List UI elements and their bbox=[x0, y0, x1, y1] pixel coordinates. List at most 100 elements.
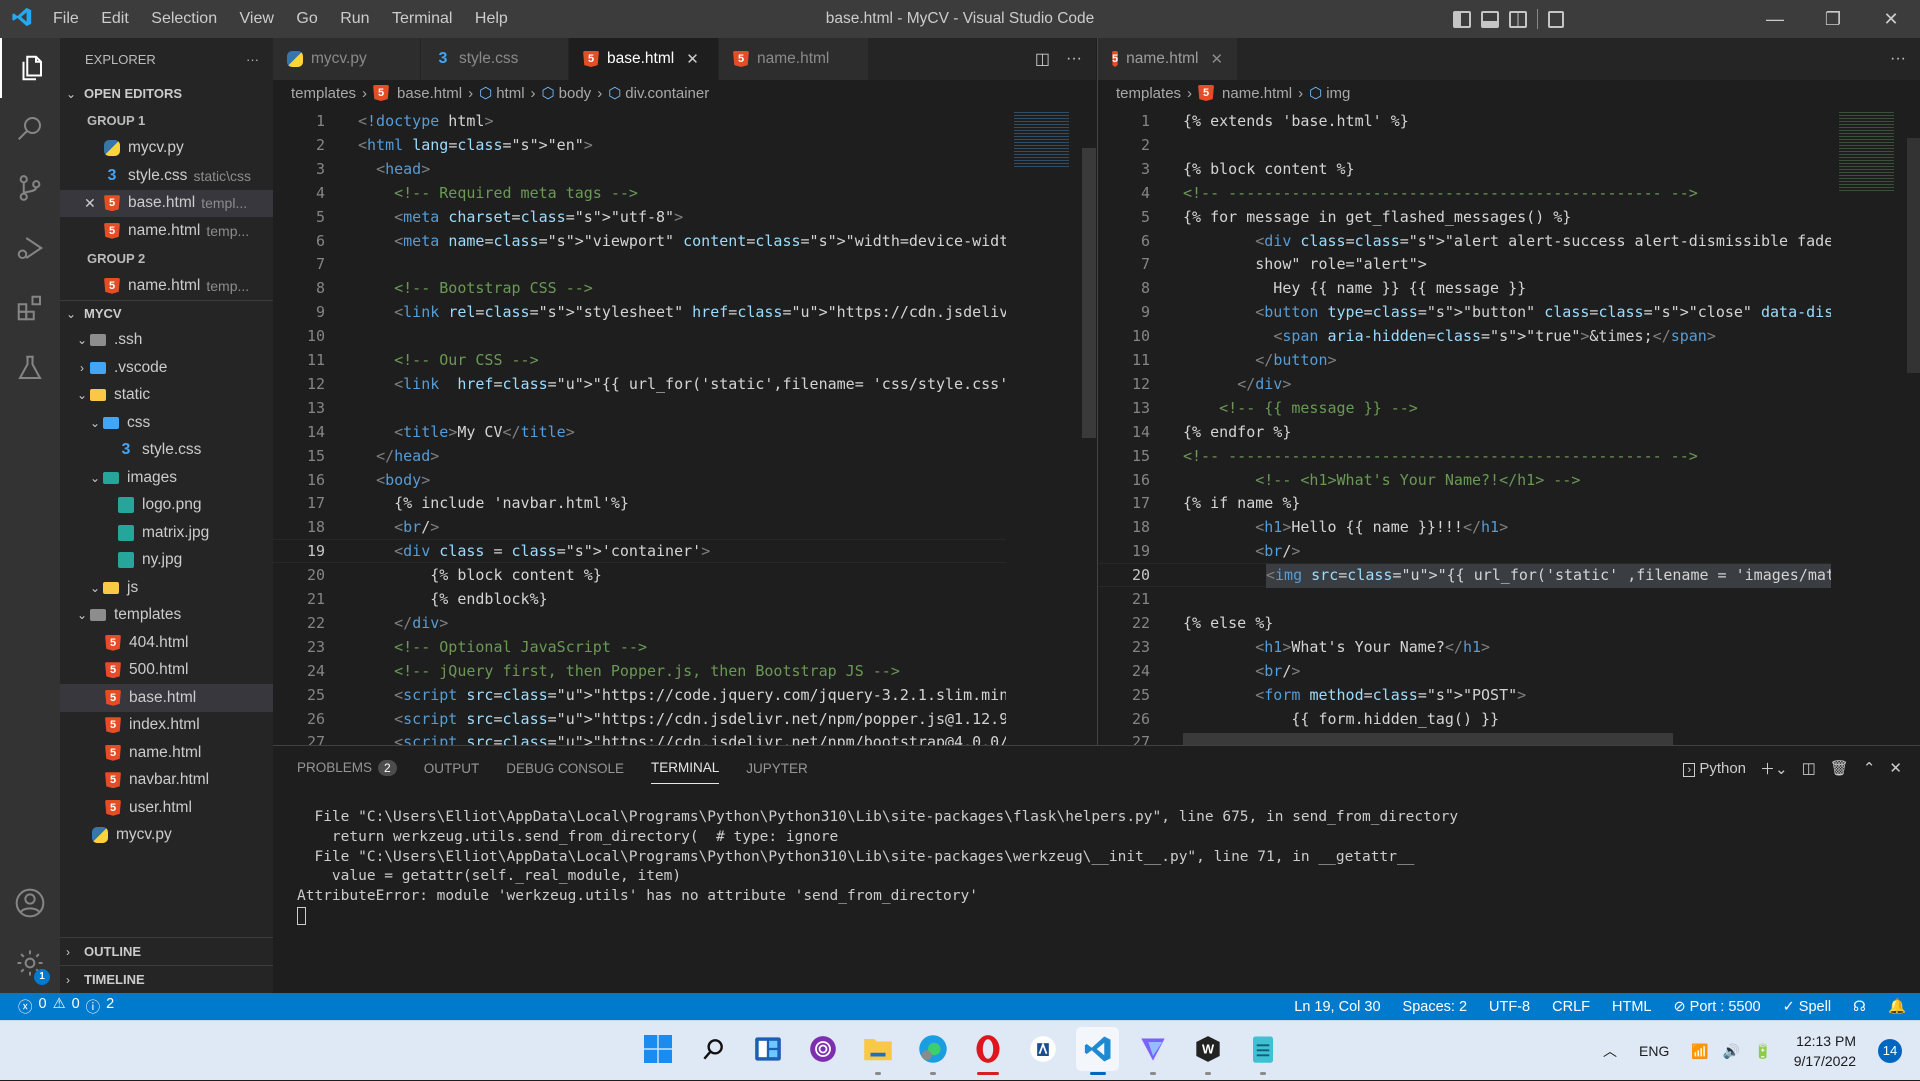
horizontal-scrollbar[interactable] bbox=[1183, 733, 1673, 745]
tree-item[interactable]: ⌄ static bbox=[60, 382, 273, 410]
taskbar-edge[interactable] bbox=[911, 1027, 954, 1075]
feedback-icon[interactable]: ☊ bbox=[1853, 999, 1866, 1015]
breadcrumb-item[interactable]: body bbox=[559, 85, 592, 102]
notifications-icon[interactable]: 🔔 bbox=[1888, 998, 1906, 1015]
toggle-panel-icon[interactable] bbox=[1481, 10, 1499, 28]
taskbar-android-studio[interactable] bbox=[1021, 1027, 1064, 1071]
activity-extensions[interactable] bbox=[0, 278, 60, 338]
code-editor[interactable]: 1 <!doctype html> 2 <html lang=class="s">"e… bbox=[273, 106, 1006, 745]
activity-manage[interactable]: 1 bbox=[0, 933, 60, 993]
activity-testing[interactable] bbox=[0, 338, 60, 398]
tree-item[interactable]: 5 user.html bbox=[60, 794, 273, 822]
activity-source-control[interactable] bbox=[0, 158, 60, 218]
menu-file[interactable]: File bbox=[53, 10, 79, 27]
menu-go[interactable]: Go bbox=[296, 10, 317, 27]
taskbar-search[interactable] bbox=[691, 1027, 734, 1071]
tab-debug-console[interactable]: DEBUG CONSOLE bbox=[506, 761, 624, 776]
tree-item[interactable]: › .vscode bbox=[60, 354, 273, 382]
tree-item[interactable]: 5 base.html bbox=[60, 684, 273, 712]
open-editors-section[interactable]: ⌄ OPEN EDITORS bbox=[60, 80, 273, 107]
tree-item[interactable]: ⌄ templates bbox=[60, 602, 273, 630]
notification-center-badge[interactable]: 14 bbox=[1878, 1039, 1902, 1063]
close-panel-icon[interactable]: ✕ bbox=[1889, 759, 1902, 777]
toggle-secondary-sidebar-icon[interactable] bbox=[1509, 10, 1527, 28]
vertical-scrollbar[interactable] bbox=[1082, 148, 1096, 438]
tab-name-html[interactable]: 5 name.html ✕ bbox=[1098, 38, 1238, 80]
start-button[interactable] bbox=[636, 1027, 679, 1071]
new-terminal-icon[interactable]: ＋⌄ bbox=[1760, 758, 1788, 779]
menu-view[interactable]: View bbox=[240, 10, 274, 27]
activity-run-debug[interactable] bbox=[0, 218, 60, 278]
breadcrumb-item[interactable]: div.container bbox=[625, 85, 709, 102]
tree-item[interactable]: ⌄ .ssh bbox=[60, 327, 273, 355]
breadcrumb-item[interactable]: html bbox=[496, 85, 524, 102]
tab-jupyter[interactable]: JUPYTER bbox=[746, 761, 808, 776]
tree-item[interactable]: 5 404.html bbox=[60, 629, 273, 657]
breadcrumb-item[interactable]: name.html bbox=[1222, 85, 1292, 102]
tree-item[interactable]: 5 index.html bbox=[60, 712, 273, 740]
activity-explorer[interactable] bbox=[0, 38, 60, 98]
indentation[interactable]: Spaces: 2 bbox=[1403, 999, 1468, 1015]
tree-item[interactable]: matrix.jpg bbox=[60, 519, 273, 547]
breadcrumb-item[interactable]: templates bbox=[291, 85, 356, 102]
explorer-more-actions[interactable]: ··· bbox=[246, 52, 259, 67]
tree-item[interactable]: 5 name.html bbox=[60, 739, 273, 767]
tree-item[interactable]: ⌄ images bbox=[60, 464, 273, 492]
split-terminal-icon[interactable]: ◫ bbox=[1802, 759, 1816, 777]
menu-terminal[interactable]: Terminal bbox=[392, 10, 452, 27]
taskbar-file-explorer[interactable] bbox=[856, 1027, 899, 1075]
more-actions-icon[interactable]: ··· bbox=[1890, 50, 1906, 68]
close-icon[interactable]: ✕ bbox=[84, 195, 104, 212]
tree-item[interactable]: logo.png bbox=[60, 492, 273, 520]
taskbar-wps[interactable]: W bbox=[1186, 1027, 1229, 1075]
minimap[interactable] bbox=[1831, 106, 1901, 726]
customize-layout-icon[interactable] bbox=[1548, 10, 1564, 28]
code-editor[interactable]: 1 {% extends 'base.html' %} 2 3 {% block con… bbox=[1098, 106, 1831, 745]
activity-accounts[interactable] bbox=[0, 873, 60, 933]
split-editor-icon[interactable]: ◫ bbox=[1035, 49, 1050, 69]
tree-item[interactable]: mycv.py bbox=[60, 822, 273, 850]
tab-terminal[interactable]: TERMINAL bbox=[651, 760, 720, 784]
open-editor-item[interactable]: 3 style.css static\css bbox=[60, 162, 273, 190]
input-language[interactable]: ENG bbox=[1639, 1043, 1669, 1059]
taskbar-widgets[interactable] bbox=[746, 1027, 789, 1071]
taskbar-opera[interactable] bbox=[966, 1027, 1009, 1075]
breadcrumb-item[interactable]: img bbox=[1326, 85, 1350, 102]
terminal-output[interactable]: File "C:\Users\Elliot\AppData\Local\Prog… bbox=[297, 808, 1458, 927]
language-mode[interactable]: HTML bbox=[1612, 999, 1651, 1015]
tab-mycv-py[interactable]: mycv.py bbox=[273, 38, 421, 80]
problems-status[interactable]: ⓧ 0 ⚠ 0 ⓘ 2 bbox=[0, 996, 114, 1017]
menu-help[interactable]: Help bbox=[475, 10, 508, 27]
close-tab-icon[interactable]: ✕ bbox=[686, 50, 699, 68]
activity-search[interactable] bbox=[0, 98, 60, 158]
open-editors-group-2[interactable]: GROUP 2 bbox=[60, 245, 273, 273]
spell-check[interactable]: ✓ Spell bbox=[1783, 999, 1831, 1015]
open-editor-item[interactable]: 5 name.html temp... bbox=[60, 217, 273, 245]
timeline-section[interactable]: › TIMELINE bbox=[60, 965, 273, 993]
encoding[interactable]: UTF-8 bbox=[1489, 999, 1530, 1015]
maximize-panel-icon[interactable]: ⌃ bbox=[1863, 759, 1876, 777]
menu-edit[interactable]: Edit bbox=[101, 10, 129, 27]
cursor-position[interactable]: Ln 19, Col 30 bbox=[1294, 999, 1380, 1015]
taskbar-tor-browser[interactable] bbox=[801, 1027, 844, 1071]
terminal-selector[interactable]: › Python bbox=[1683, 760, 1746, 777]
vertical-scrollbar[interactable] bbox=[1907, 138, 1920, 373]
end-of-line[interactable]: CRLF bbox=[1552, 999, 1590, 1015]
open-editor-item[interactable]: ✕ 5 base.html templ... bbox=[60, 189, 273, 217]
tree-item[interactable]: ⌄ css bbox=[60, 409, 273, 437]
tree-item[interactable]: 5 500.html bbox=[60, 657, 273, 685]
taskbar-notepad[interactable] bbox=[1241, 1027, 1284, 1075]
menu-run[interactable]: Run bbox=[340, 10, 369, 27]
close-window-button[interactable]: ✕ bbox=[1862, 0, 1920, 38]
open-editor-item[interactable]: 5 name.html temp... bbox=[60, 272, 273, 300]
taskbar-vscode[interactable] bbox=[1076, 1027, 1119, 1075]
breadcrumb-item[interactable]: base.html bbox=[397, 85, 462, 102]
restore-button[interactable]: ❐ bbox=[1804, 0, 1862, 38]
tab-problems[interactable]: PROBLEMS 2 bbox=[297, 760, 397, 776]
menu-selection[interactable]: Selection bbox=[151, 10, 217, 27]
tree-item[interactable]: 3 style.css bbox=[60, 437, 273, 465]
outline-section[interactable]: › OUTLINE bbox=[60, 937, 273, 965]
more-actions-icon[interactable]: ··· bbox=[1066, 50, 1082, 68]
tree-item[interactable]: 5 navbar.html bbox=[60, 767, 273, 795]
live-server-port[interactable]: ⊘ Port : 5500 bbox=[1673, 999, 1760, 1015]
